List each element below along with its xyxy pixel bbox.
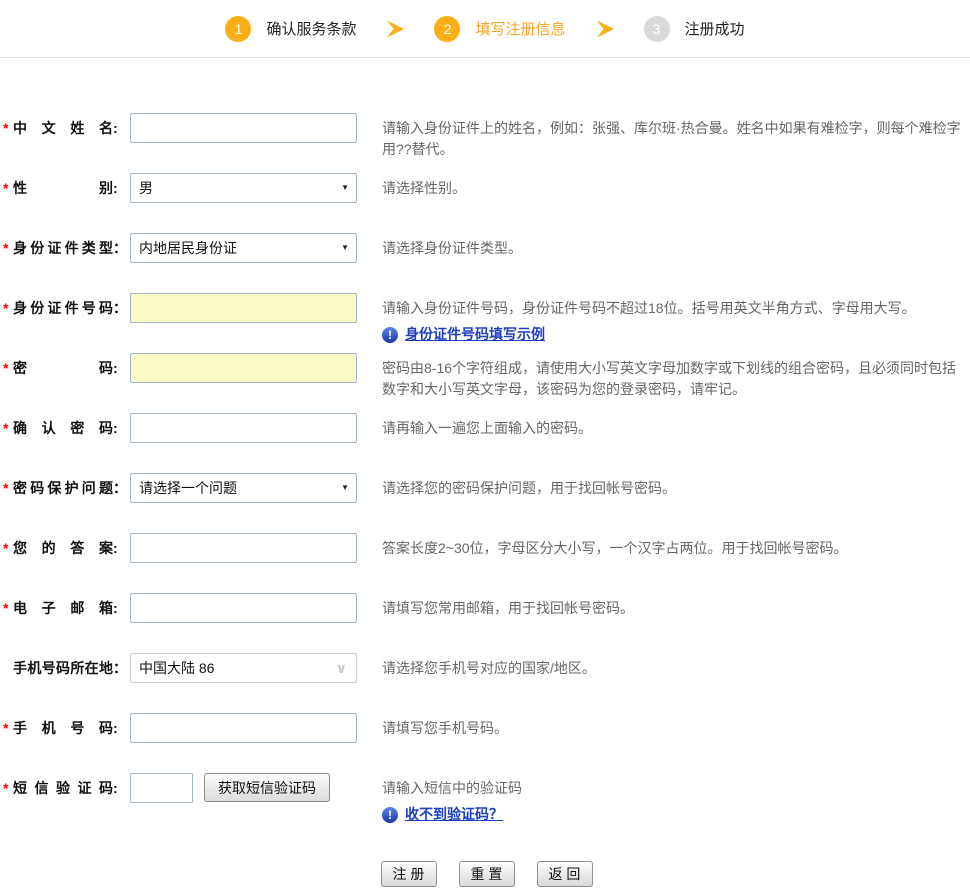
field-row-email: * 电子邮箱 : 请填写您常用邮箱，用于找回帐号密码。 [3, 593, 970, 653]
id-type-select-value: 内地居民身份证 [139, 240, 237, 256]
field-row-id-number: * 身份证件号码 ： 请输入身份证件号码，身份证件号码不超过18位。括号用英文半… [3, 293, 970, 353]
field-row-password: * 密码 : 密码由8-16个字符组成，请使用大小写英文字母加数字或下划线的组合… [3, 353, 970, 413]
email-label: 电子邮箱 [13, 593, 113, 623]
chevron-down-icon: ∨ [336, 654, 347, 682]
id-number-input[interactable] [130, 293, 357, 323]
id-type-select[interactable]: 内地居民身份证 ▼ [130, 233, 357, 263]
password-hint: 密码由8-16个字符组成，请使用大小写英文字母加数字或下划线的组合密码，且必须同… [382, 353, 970, 400]
back-button[interactable]: 返 回 [537, 861, 593, 887]
registration-form: * 中文姓名 : 请输入身份证件上的姓名，例如：张强、库尔班·热合曼。姓名中如果… [0, 58, 970, 887]
security-answer-label: 您的答案 [13, 533, 113, 563]
field-row-phone-number: * 手机号码 : 请填写您手机号码。 [3, 713, 970, 773]
password-input[interactable] [130, 353, 357, 383]
step-fill-info: 2 填写注册信息 [434, 16, 565, 42]
phone-region-select-value: 中国大陆 86 [139, 660, 214, 676]
step-2-badge: 2 [434, 16, 460, 42]
required-asterisk: * [3, 413, 13, 443]
phone-region-label: 手机号码所在地 [13, 653, 113, 683]
email-input[interactable] [130, 593, 357, 623]
required-asterisk: * [3, 233, 13, 263]
phone-region-hint: 请选择您手机号对应的国家/地区。 [382, 653, 970, 679]
info-icon: ! [382, 327, 398, 343]
id-number-hint: 请输入身份证件号码，身份证件号码不超过18位。括号用英文半角方式、字母用大写。 … [382, 293, 970, 345]
step-2-label: 填写注册信息 [475, 18, 565, 39]
security-question-select-value: 请选择一个问题 [139, 480, 237, 496]
sms-code-hint: 请输入短信中的验证码 ! 收不到验证码？ [382, 773, 970, 825]
dropdown-arrow-icon: ▼ [341, 174, 349, 202]
registration-steps-bar: 1 确认服务条款 2 填写注册信息 3 注册成功 [0, 0, 970, 58]
required-asterisk: * [3, 593, 13, 623]
chinese-name-label: 中文姓名 [13, 113, 113, 143]
password-label: 密码 [13, 353, 113, 383]
confirm-password-hint: 请再输入一遍您上面输入的密码。 [382, 413, 970, 439]
security-question-select[interactable]: 请选择一个问题 ▼ [130, 473, 357, 503]
required-asterisk: * [3, 773, 13, 803]
id-type-label: 身份证件类型 [13, 233, 113, 263]
email-hint: 请填写您常用邮箱，用于找回帐号密码。 [382, 593, 970, 619]
required-asterisk: * [3, 353, 13, 383]
required-asterisk: * [3, 713, 13, 743]
info-icon: ! [382, 807, 398, 823]
required-asterisk: * [3, 113, 13, 143]
phone-number-hint: 请填写您手机号码。 [382, 713, 970, 739]
id-number-label: 身份证件号码 [13, 293, 113, 323]
field-row-security-answer: * 您的答案 : 答案长度2~30位，字母区分大小写，一个汉字占两位。用于找回帐… [3, 533, 970, 593]
security-answer-hint: 答案长度2~30位，字母区分大小写，一个汉字占两位。用于找回帐号密码。 [382, 533, 970, 559]
security-answer-input[interactable] [130, 533, 357, 563]
step-confirm-terms: 1 确认服务条款 [225, 16, 356, 42]
phone-region-select[interactable]: 中国大陆 86 ∨ [130, 653, 357, 683]
get-sms-code-button[interactable]: 获取短信验证码 [204, 773, 330, 802]
gender-select[interactable]: 男 ▼ [130, 173, 357, 203]
required-asterisk: * [3, 533, 13, 563]
field-row-id-type: * 身份证件类型 ： 内地居民身份证 ▼ 请选择身份证件类型。 [3, 233, 970, 293]
sms-code-input[interactable] [130, 773, 193, 803]
gender-hint: 请选择性别。 [382, 173, 970, 199]
reset-button[interactable]: 重 置 [459, 861, 515, 887]
required-asterisk: * [3, 293, 13, 323]
gender-select-value: 男 [139, 180, 153, 196]
step-register-success: 3 注册成功 [644, 16, 745, 42]
dropdown-arrow-icon: ▼ [341, 474, 349, 502]
chevron-right-icon [593, 17, 617, 41]
chevron-right-icon [383, 17, 407, 41]
field-row-phone-region: 手机号码所在地 ： 中国大陆 86 ∨ 请选择您手机号对应的国家/地区。 [3, 653, 970, 713]
security-question-label: 密码保护问题 [13, 473, 113, 503]
required-asterisk: * [3, 473, 13, 503]
field-row-gender: * 性别 : 男 ▼ 请选择性别。 [3, 173, 970, 233]
field-row-chinese-name: * 中文姓名 : 请输入身份证件上的姓名，例如：张强、库尔班·热合曼。姓名中如果… [3, 113, 970, 173]
step-3-badge: 3 [644, 16, 670, 42]
step-3-label: 注册成功 [685, 18, 745, 39]
sms-code-label: 短信验证码 [13, 773, 113, 803]
register-button[interactable]: 注 册 [381, 861, 437, 887]
phone-number-input[interactable] [130, 713, 357, 743]
dropdown-arrow-icon: ▼ [341, 234, 349, 262]
field-row-confirm-password: * 确认密码 : 请再输入一遍您上面输入的密码。 [3, 413, 970, 473]
required-asterisk: * [3, 173, 13, 203]
confirm-password-input[interactable] [130, 413, 357, 443]
form-actions: 注 册 重 置 返 回 [3, 861, 970, 887]
confirm-password-label: 确认密码 [13, 413, 113, 443]
id-type-hint: 请选择身份证件类型。 [382, 233, 970, 259]
chinese-name-input[interactable] [130, 113, 357, 143]
step-1-badge: 1 [225, 16, 251, 42]
field-row-sms-code: * 短信验证码 : 获取短信验证码 请输入短信中的验证码 ! 收不到验证码？ [3, 773, 970, 833]
sms-not-received-link[interactable]: 收不到验证码？ [405, 804, 503, 825]
field-row-security-question: * 密码保护问题 ： 请选择一个问题 ▼ 请选择您的密码保护问题，用于找回帐号密… [3, 473, 970, 533]
security-question-hint: 请选择您的密码保护问题，用于找回帐号密码。 [382, 473, 970, 499]
chinese-name-hint: 请输入身份证件上的姓名，例如：张强、库尔班·热合曼。姓名中如果有难检字，则每个难… [382, 113, 970, 160]
phone-number-label: 手机号码 [13, 713, 113, 743]
id-number-example-link[interactable]: 身份证件号码填写示例 [405, 324, 545, 345]
step-1-label: 确认服务条款 [266, 18, 356, 39]
gender-label: 性别 [13, 173, 113, 203]
